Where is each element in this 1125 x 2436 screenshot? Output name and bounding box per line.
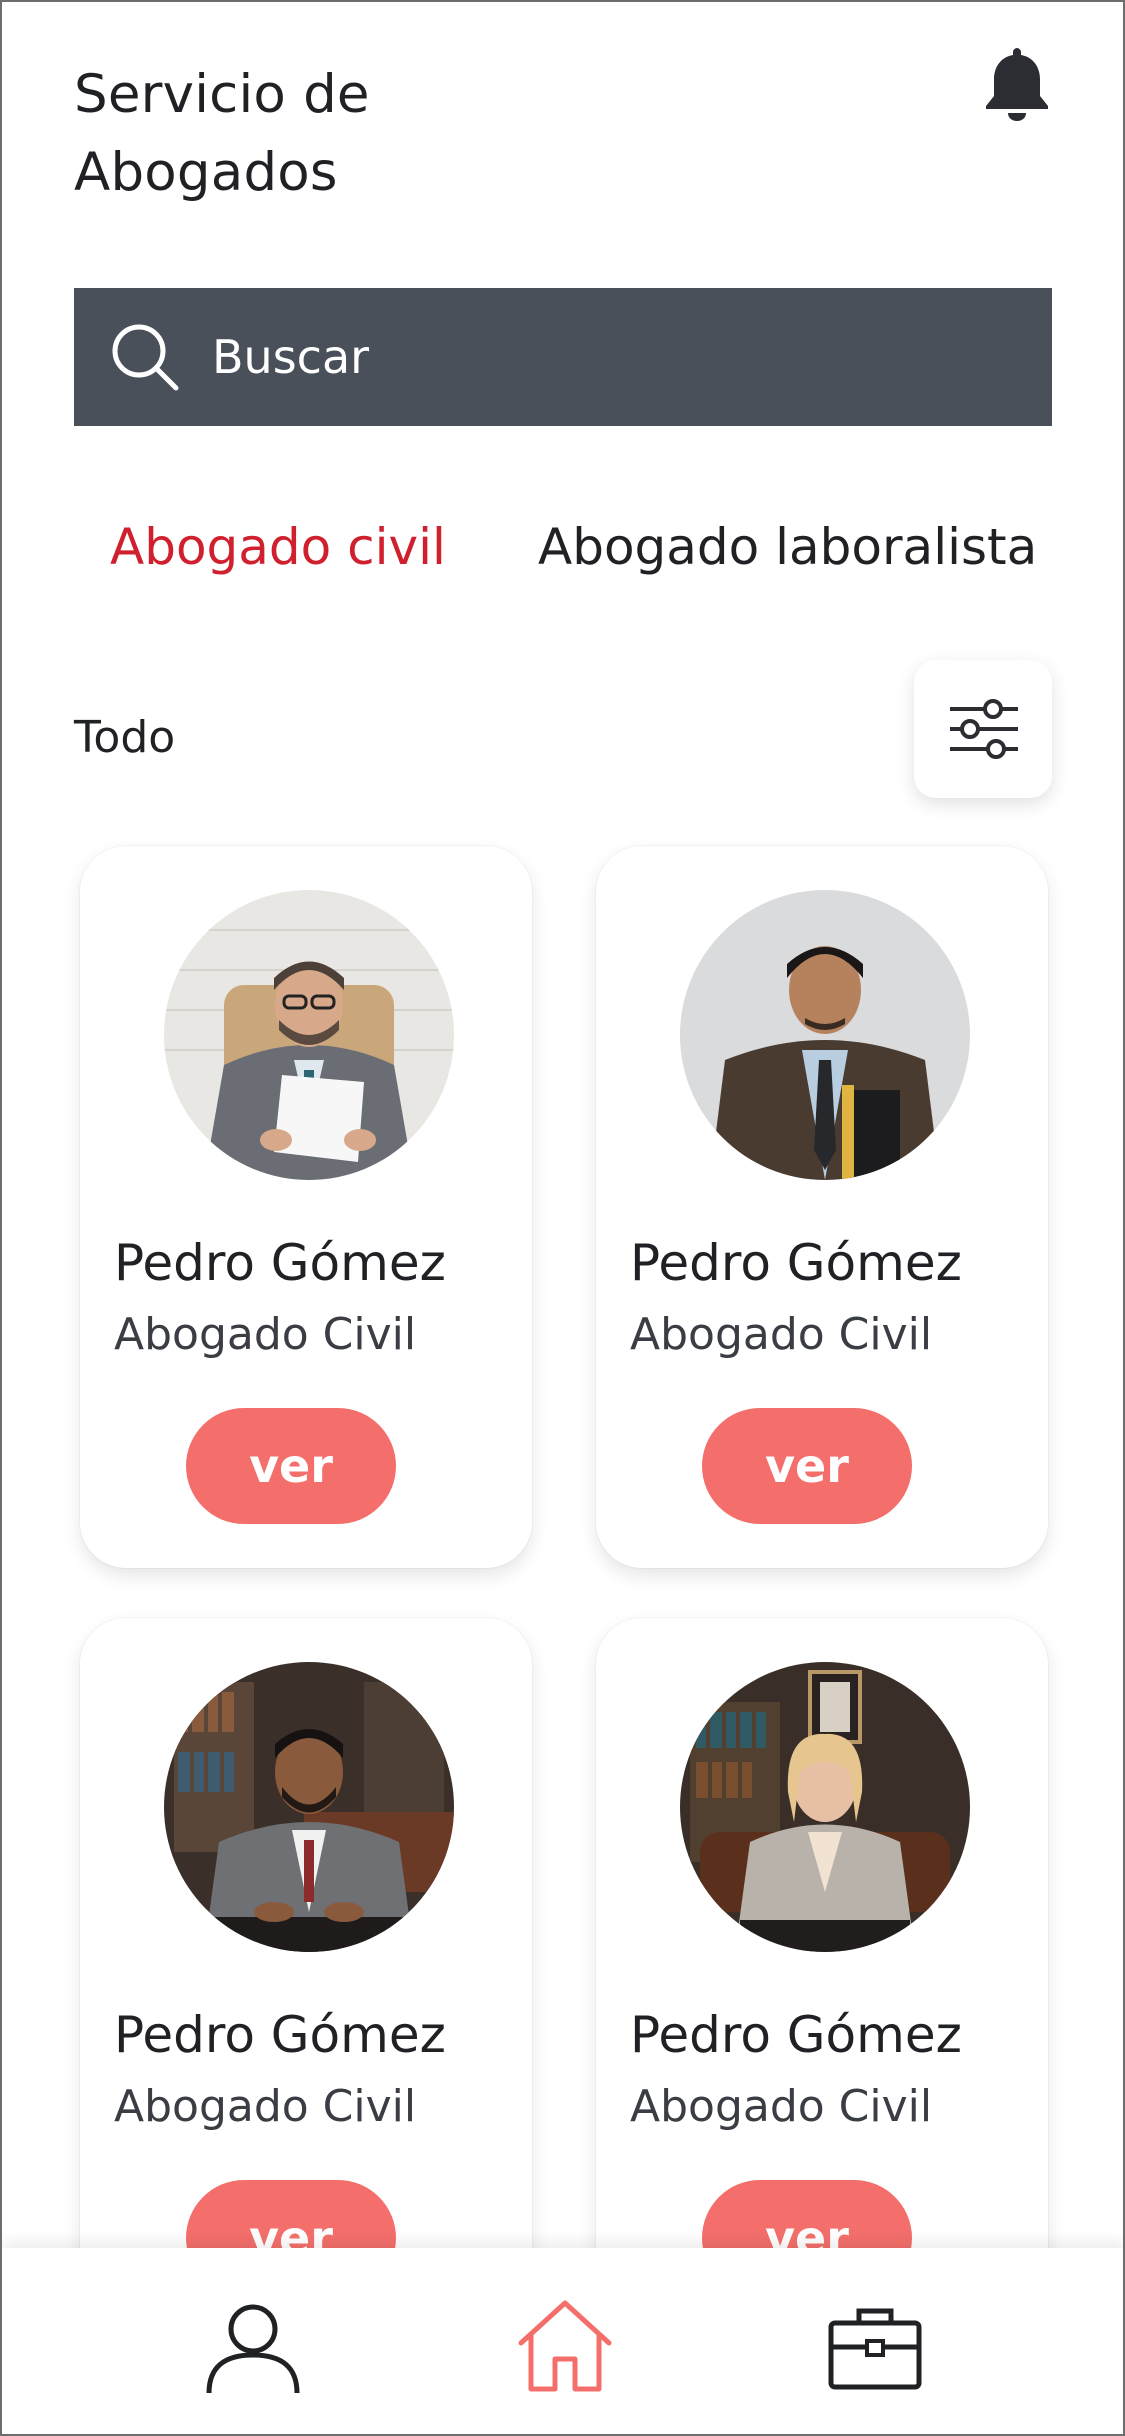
filter-button[interactable] bbox=[914, 660, 1052, 798]
search-input[interactable] bbox=[212, 330, 1012, 384]
bell-icon[interactable] bbox=[982, 44, 1052, 122]
search-bar[interactable] bbox=[74, 288, 1052, 426]
lawyer-role: Abogado Civil bbox=[630, 1309, 933, 1360]
lawyer-role: Abogado Civil bbox=[114, 2081, 417, 2132]
page-title: Servicio de Abogados bbox=[74, 56, 674, 212]
tab-abogado-civil[interactable]: Abogado civil bbox=[110, 512, 446, 582]
lawyer-avatar bbox=[164, 890, 454, 1180]
briefcase-icon bbox=[828, 2308, 922, 2390]
tab-abogado-laboralista[interactable]: Abogado laboralista bbox=[538, 512, 1037, 582]
lawyer-card[interactable]: Pedro Gómez Abogado Civil ver bbox=[80, 846, 532, 1568]
lawyer-name: Pedro Gómez bbox=[114, 1234, 446, 1292]
page-title-line2: Abogados bbox=[74, 142, 338, 203]
nav-home[interactable] bbox=[510, 2292, 620, 2402]
lawyer-name: Pedro Gómez bbox=[630, 1234, 962, 1292]
nav-cases[interactable] bbox=[820, 2292, 930, 2402]
bottom-navigation bbox=[2, 2248, 1123, 2434]
ver-button[interactable]: ver bbox=[186, 1408, 396, 1524]
lawyer-card[interactable]: Pedro Gómez Abogado Civil ver bbox=[596, 846, 1048, 1568]
nav-profile[interactable] bbox=[198, 2292, 308, 2402]
sliders-icon bbox=[950, 699, 1018, 759]
search-icon bbox=[112, 324, 179, 391]
lawyer-name: Pedro Gómez bbox=[630, 2006, 962, 2064]
lawyer-avatar bbox=[164, 1662, 454, 1952]
page-title-line1: Servicio de bbox=[74, 64, 370, 125]
lawyer-role: Abogado Civil bbox=[114, 1309, 417, 1360]
app-screen: Servicio de Abogados Abogado civil Aboga… bbox=[0, 0, 1125, 2436]
lawyer-card[interactable]: Pedro Gómez Abogado Civil ver bbox=[80, 1618, 532, 2340]
lawyer-avatar bbox=[680, 1662, 970, 1952]
lawyer-avatar bbox=[680, 890, 970, 1180]
lawyer-card[interactable]: Pedro Gómez Abogado Civil ver bbox=[596, 1618, 1048, 2340]
filter-label: Todo bbox=[74, 712, 176, 763]
lawyer-role: Abogado Civil bbox=[630, 2081, 933, 2132]
ver-button[interactable]: ver bbox=[702, 1408, 912, 1524]
home-icon bbox=[518, 2300, 612, 2392]
user-icon bbox=[206, 2304, 300, 2394]
lawyer-name: Pedro Gómez bbox=[114, 2006, 446, 2064]
